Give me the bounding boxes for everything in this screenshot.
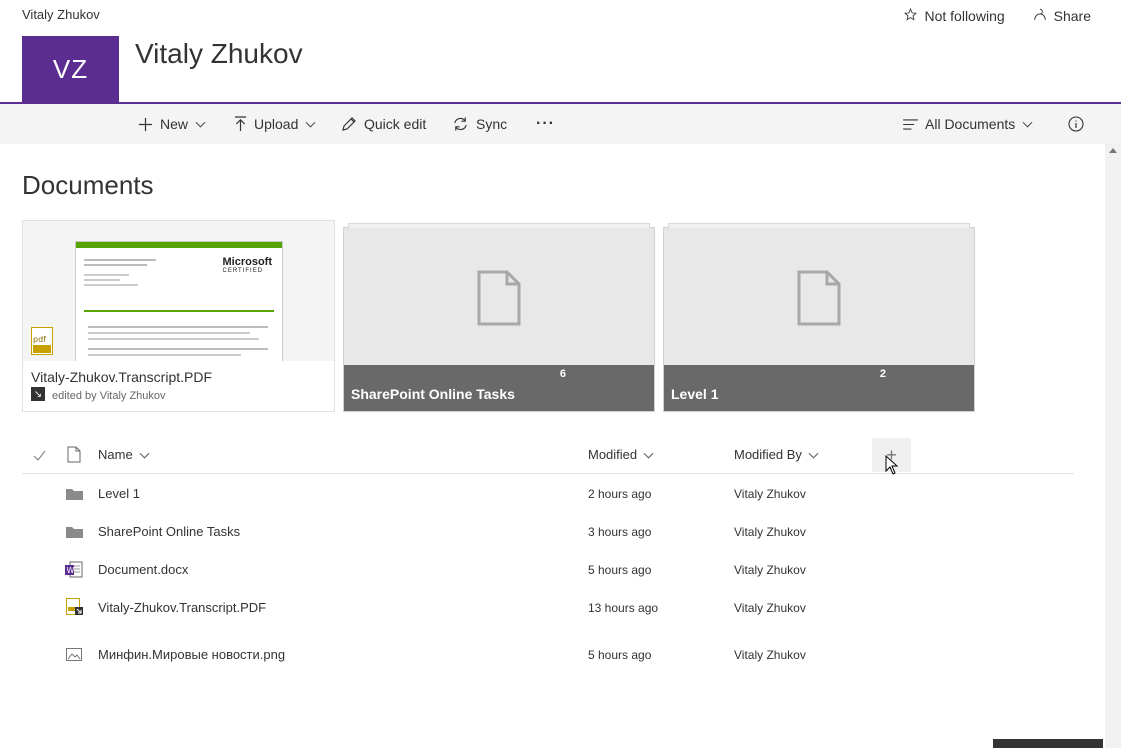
svg-text:W: W xyxy=(67,566,75,575)
folder-icon xyxy=(66,487,83,505)
column-header-name[interactable]: Name xyxy=(98,447,150,462)
preview-logo: Microsoft CERTIFIED xyxy=(223,256,273,274)
row-name-link[interactable]: Document.docx xyxy=(98,562,188,577)
folder-item-count: 6 xyxy=(559,368,566,380)
row-modified: 5 hours ago xyxy=(588,563,652,577)
plus-icon xyxy=(138,117,153,132)
pdf-file-icon xyxy=(66,598,84,621)
row-modified-by[interactable]: Vitaly Zhukov xyxy=(734,601,806,615)
more-label: ··· xyxy=(536,115,555,132)
preview-table-lines xyxy=(88,322,268,360)
folder-count-notch xyxy=(863,365,875,378)
row-modified: 5 hours ago xyxy=(588,648,652,662)
chevron-down-icon xyxy=(139,447,150,462)
preview-brand: Microsoft xyxy=(222,256,273,268)
row-name-link[interactable]: Vitaly-Zhukov.Transcript.PDF xyxy=(98,600,266,615)
view-selector[interactable]: All Documents xyxy=(903,104,1033,144)
chevron-down-icon xyxy=(643,447,654,462)
row-name-link[interactable]: Level 1 xyxy=(98,486,140,501)
document-placeholder-icon xyxy=(797,270,841,331)
shortcut-arrow-icon: ↘ xyxy=(31,387,45,401)
folder-item-count: 2 xyxy=(879,368,886,380)
preview-header-bar xyxy=(76,242,282,248)
site-logo[interactable]: VZ xyxy=(22,36,119,103)
tile-file-transcript[interactable]: Microsoft CERTIFIED pdf Vitaly-Zhukov.Tr… xyxy=(22,220,335,412)
row-modified-by[interactable]: Vitaly Zhukov xyxy=(734,525,806,539)
preview-text-lines xyxy=(84,256,174,289)
row-modified-by[interactable]: Vitaly Zhukov xyxy=(734,563,806,577)
site-title[interactable]: Vitaly Zhukov xyxy=(135,38,303,70)
follow-button[interactable]: Not following xyxy=(904,7,1005,24)
sync-button[interactable]: Sync xyxy=(452,104,507,144)
tile-folder-name[interactable]: Level 1 xyxy=(671,386,718,402)
column-modified-by-label: Modified By xyxy=(734,447,802,462)
file-type-header-icon[interactable] xyxy=(67,446,81,468)
folder-icon xyxy=(66,525,83,543)
upload-icon xyxy=(234,116,247,132)
follow-label: Not following xyxy=(924,8,1005,24)
site-breadcrumb[interactable]: Vitaly Zhukov xyxy=(22,7,100,22)
preview-green-line xyxy=(84,310,274,312)
pencil-icon xyxy=(341,116,357,132)
row-name-link[interactable]: SharePoint Online Tasks xyxy=(98,524,240,539)
upload-button[interactable]: Upload xyxy=(234,104,316,144)
select-all-checkmark-icon[interactable] xyxy=(33,448,46,466)
quick-edit-label: Quick edit xyxy=(364,116,427,132)
share-label: Share xyxy=(1053,8,1091,24)
svg-text:pdf: pdf xyxy=(33,335,46,344)
column-name-label: Name xyxy=(98,447,133,462)
scroll-up-arrow-icon[interactable] xyxy=(1109,148,1117,153)
row-modified-by[interactable]: Vitaly Zhukov xyxy=(734,648,806,662)
share-button[interactable]: Share xyxy=(1033,8,1091,24)
new-label: New xyxy=(160,116,189,132)
list-header xyxy=(22,437,1074,474)
more-actions-button[interactable]: ··· xyxy=(536,104,555,144)
chevron-down-icon xyxy=(1022,121,1033,128)
tile-folder-level-1[interactable]: 2 Level 1 xyxy=(663,223,975,412)
row-name-link[interactable]: Минфин.Мировые новости.png xyxy=(98,647,285,662)
quick-edit-button[interactable]: Quick edit xyxy=(341,104,426,144)
folder-count-notch xyxy=(543,365,555,378)
image-file-icon xyxy=(66,648,82,666)
library-title: Documents xyxy=(22,170,154,200)
row-modified-by[interactable]: Vitaly Zhukov xyxy=(734,487,806,501)
new-button[interactable]: New xyxy=(138,104,206,144)
chevron-down-icon xyxy=(195,121,206,128)
upload-label: Upload xyxy=(254,116,299,132)
tile-file-name[interactable]: Vitaly-Zhukov.Transcript.PDF xyxy=(31,369,212,385)
bottom-panel-edge xyxy=(993,739,1103,748)
share-icon xyxy=(1033,8,1047,24)
preview-certified: CERTIFIED xyxy=(222,268,264,274)
column-header-modified-by[interactable]: Modified By xyxy=(734,447,819,462)
document-placeholder-icon xyxy=(477,270,521,331)
pdf-icon: pdf xyxy=(31,327,53,360)
chevron-down-icon xyxy=(305,121,316,128)
folder-tab-edge xyxy=(348,223,650,228)
tile-folder-sharepoint-tasks[interactable]: 6 SharePoint Online Tasks xyxy=(343,223,655,412)
mouse-cursor-icon xyxy=(885,454,899,480)
tile-folder-name[interactable]: SharePoint Online Tasks xyxy=(351,386,515,402)
vertical-scrollbar[interactable] xyxy=(1105,144,1121,748)
sync-label: Sync xyxy=(476,116,508,132)
row-modified: 3 hours ago xyxy=(588,525,652,539)
header-actions: Not following Share xyxy=(904,7,1091,24)
view-label: All Documents xyxy=(925,116,1016,132)
row-modified: 2 hours ago xyxy=(588,487,652,501)
document-preview: Microsoft CERTIFIED xyxy=(75,241,283,363)
view-options-icon xyxy=(903,118,918,130)
info-icon xyxy=(1068,116,1084,132)
info-button[interactable] xyxy=(1068,104,1084,144)
column-modified-label: Modified xyxy=(588,447,638,462)
star-icon xyxy=(904,7,918,24)
word-doc-icon: W xyxy=(65,561,83,583)
folder-tab-edge xyxy=(668,223,970,228)
chevron-down-icon xyxy=(808,447,819,462)
row-modified: 13 hours ago xyxy=(588,601,659,615)
sync-icon xyxy=(452,116,469,132)
tile-edited-by: edited by Vitaly Zhukov xyxy=(52,390,166,402)
column-header-modified[interactable]: Modified xyxy=(588,447,654,462)
